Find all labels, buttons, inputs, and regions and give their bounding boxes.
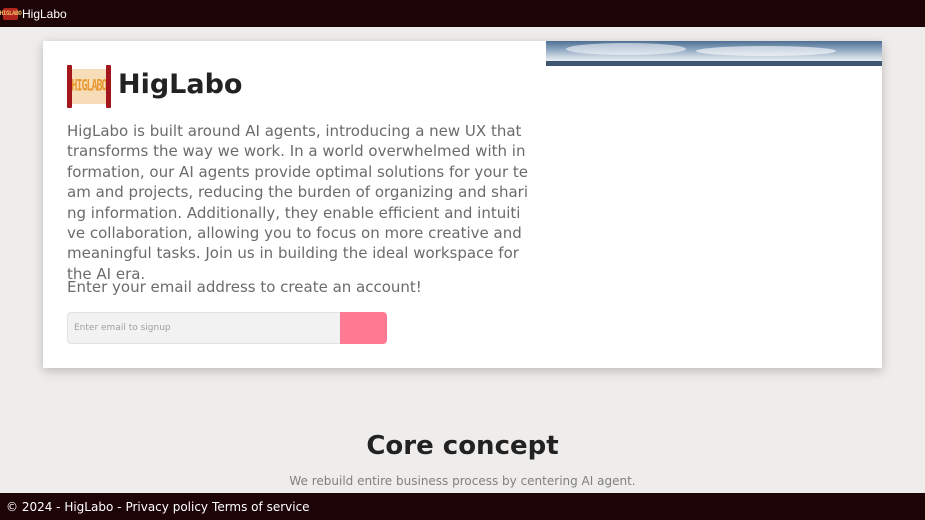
top-navbar: HIGLABO HigLabo: [0, 0, 925, 27]
logo-text: HIGLABO: [71, 77, 107, 96]
brand-icon-text: HIGLABO: [0, 10, 22, 17]
hero-landscape-image: [546, 41, 882, 66]
core-concept-heading: Core concept: [366, 431, 559, 461]
higlabo-logo-icon[interactable]: HIGLABO: [0, 7, 22, 20]
page-title: HigLabo: [118, 69, 243, 100]
footer: © 2024 - HigLabo - Privacy policy Terms …: [0, 493, 925, 520]
product-description: HigLabo is built around AI agents, intro…: [67, 122, 528, 283]
signup-prompt: Enter your email address to create an ac…: [67, 278, 422, 296]
hero-card: HIGLABO HigLabo HigLabo is built around …: [43, 41, 882, 368]
email-signup-input[interactable]: [67, 312, 340, 344]
brand-link[interactable]: HigLabo: [22, 7, 67, 21]
higlabo-logo-icon: HIGLABO: [67, 65, 111, 108]
privacy-policy-link[interactable]: Privacy policy: [125, 500, 208, 514]
copyright-text: © 2024 - HigLabo -: [6, 499, 122, 514]
core-concept-subtitle: We rebuild entire business process by ce…: [289, 474, 636, 488]
terms-of-service-link[interactable]: Terms of service: [212, 500, 310, 514]
signup-button[interactable]: [340, 312, 387, 344]
